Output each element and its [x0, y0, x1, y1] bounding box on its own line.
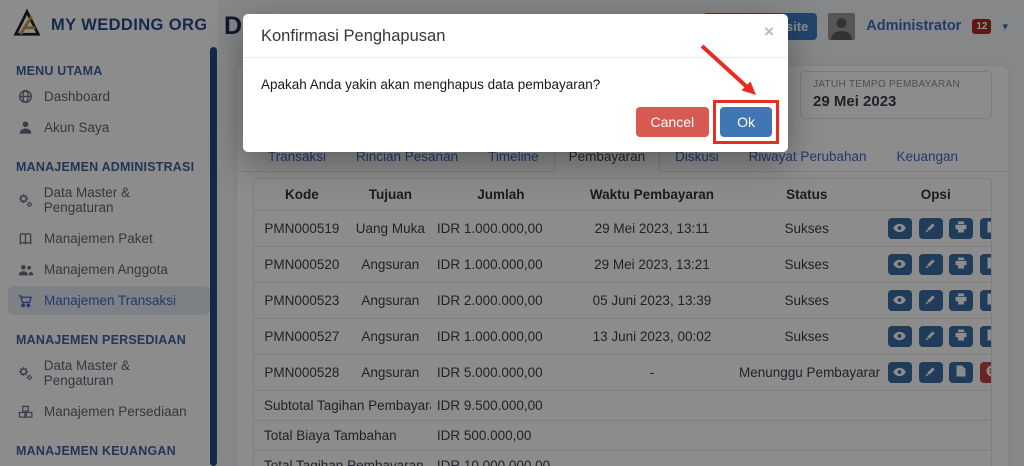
cancel-button[interactable]: Cancel	[635, 107, 710, 137]
modal-footer: Cancel Ok	[243, 98, 788, 152]
modal-title: Konfirmasi Penghapusan	[261, 27, 446, 45]
modal-header: Konfirmasi Penghapusan ×	[243, 14, 788, 58]
ok-button[interactable]: Ok	[720, 107, 772, 137]
confirmation-dialog: Konfirmasi Penghapusan × Apakah Anda yak…	[243, 14, 788, 152]
close-icon[interactable]: ×	[764, 23, 774, 40]
modal-message: Apakah Anda yakin akan menghapus data pe…	[261, 77, 601, 92]
app-window: MY WEDDING ORGAN MENU UTAMA Dashboard Ak…	[0, 0, 1024, 466]
